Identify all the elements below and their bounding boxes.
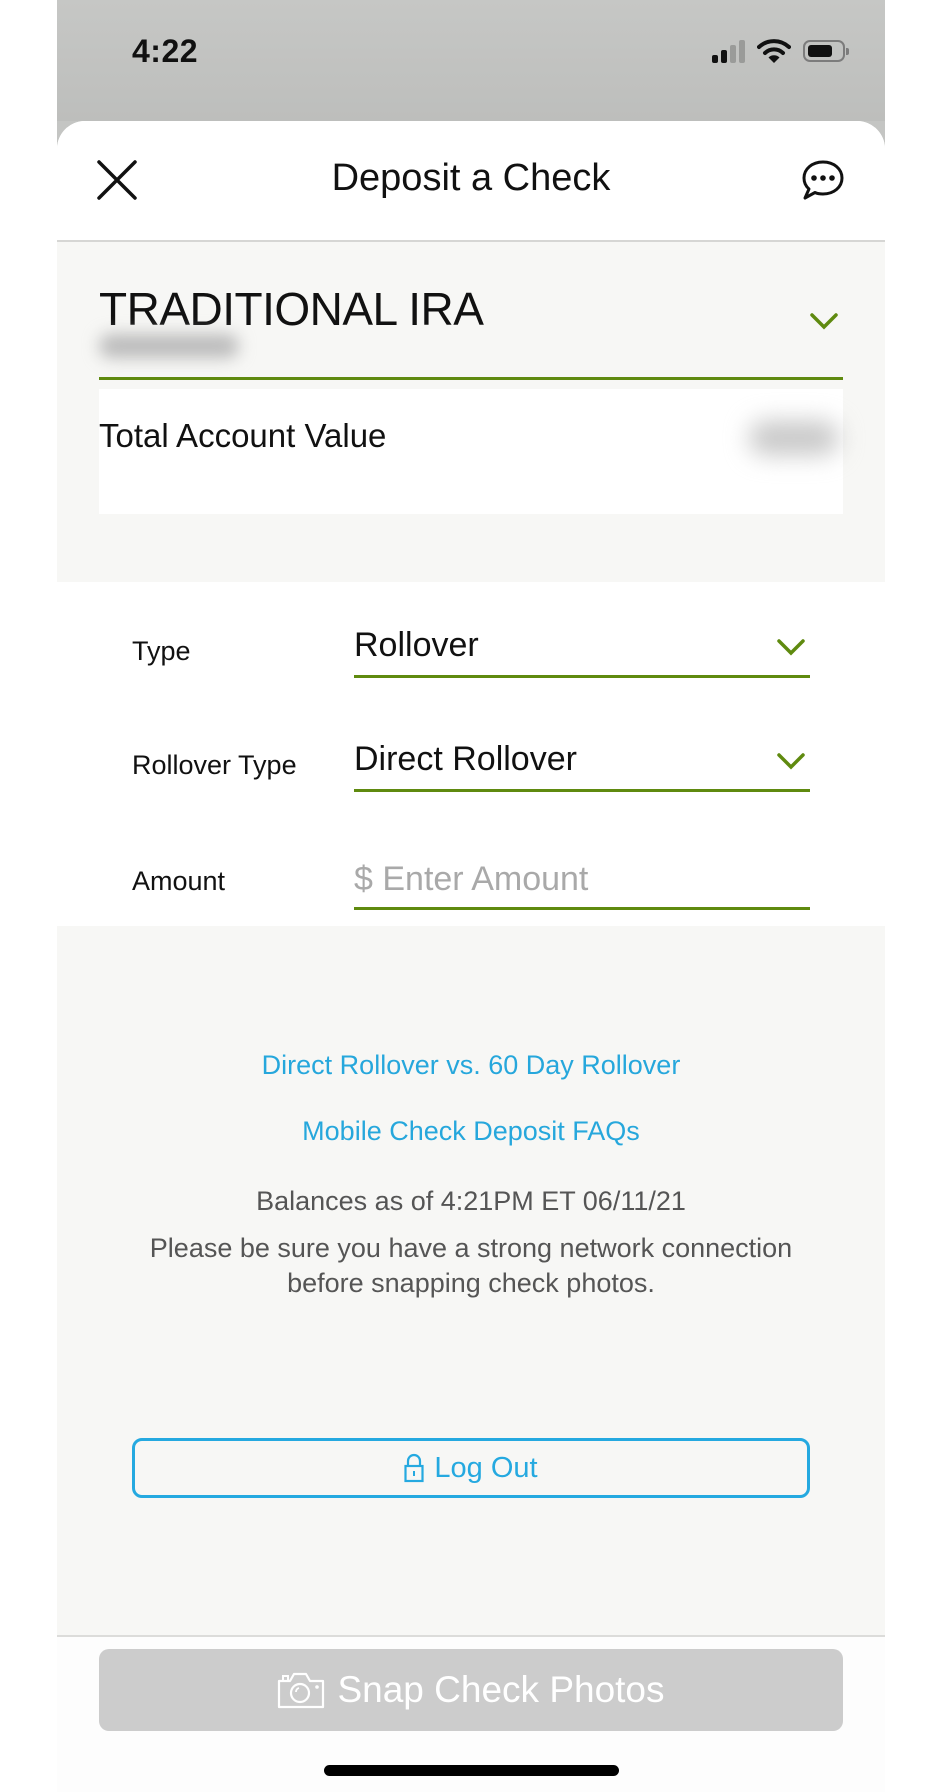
account-number-redacted [99, 334, 239, 358]
type-row: Type Rollover [57, 618, 885, 718]
chat-bubble-icon [802, 160, 844, 200]
snap-check-photos-label: Snap Check Photos [337, 1669, 665, 1710]
type-label: Type [132, 636, 191, 666]
total-account-value-label: Total Account Value [99, 417, 387, 454]
cellular-signal-icon [712, 39, 745, 63]
chevron-down-icon [777, 753, 805, 770]
chevron-down-icon [810, 313, 838, 330]
balances-as-of-text: Balances as of 4:21PM ET 06/11/21 [256, 1186, 686, 1216]
direct-vs-60-day-rollover-link[interactable]: Direct Rollover vs. 60 Day Rollover [57, 1050, 885, 1081]
amount-field[interactable] [354, 850, 810, 910]
signal-bar [730, 45, 736, 63]
battery-level [808, 45, 832, 57]
status-icons [712, 38, 849, 64]
rollover-type-select[interactable]: Direct Rollover [354, 732, 810, 792]
log-out-label: Log Out [434, 1451, 538, 1484]
battery-icon [803, 40, 849, 62]
type-select[interactable]: Rollover [354, 618, 810, 678]
deposit-form: Type Rollover Rollover Type Direct Rollo… [57, 582, 885, 926]
wifi-icon [757, 39, 791, 63]
phone-screen: 4:22 Deposit a Check TRADITIONAL IRA Tot… [57, 0, 885, 1792]
account-value-card: Total Account Value [99, 389, 843, 514]
snap-check-photos-button[interactable]: Snap Check Photos [99, 1649, 843, 1731]
mobile-check-deposit-faqs-link[interactable]: Mobile Check Deposit FAQs [57, 1116, 885, 1147]
signal-bar [739, 40, 745, 63]
log-out-button[interactable]: Log Out [132, 1438, 810, 1498]
chat-button[interactable] [799, 157, 847, 205]
signal-bar [712, 55, 718, 63]
footer: Snap Check Photos [57, 1635, 885, 1792]
info-section: Direct Rollover vs. 60 Day Rollover Mobi… [57, 926, 885, 1636]
amount-input[interactable] [354, 854, 810, 904]
signal-bar [721, 50, 727, 63]
home-indicator [324, 1765, 619, 1776]
page-title: Deposit a Check [331, 157, 611, 199]
status-time: 4:22 [132, 33, 199, 69]
account-section: TRADITIONAL IRA Total Account Value [57, 242, 885, 582]
rollover-type-row: Rollover Type Direct Rollover [57, 732, 885, 832]
deposit-sheet: Deposit a Check TRADITIONAL IRA Total Ac… [57, 121, 885, 1792]
header: Deposit a Check [57, 121, 885, 242]
status-bar: 4:22 [57, 0, 885, 121]
lock-icon [404, 1453, 425, 1483]
chevron-down-icon [777, 639, 805, 656]
network-note-text: Please be sure you have a strong network… [149, 1233, 793, 1298]
total-account-value-redacted [749, 421, 839, 455]
account-selector[interactable]: TRADITIONAL IRA [99, 242, 843, 380]
rollover-type-label: Rollover Type [132, 750, 297, 780]
camera-icon [278, 1672, 325, 1709]
amount-label: Amount [132, 866, 226, 896]
rollover-type-value: Direct Rollover [354, 740, 577, 778]
account-name: TRADITIONAL IRA [99, 283, 484, 335]
type-value: Rollover [354, 626, 479, 664]
